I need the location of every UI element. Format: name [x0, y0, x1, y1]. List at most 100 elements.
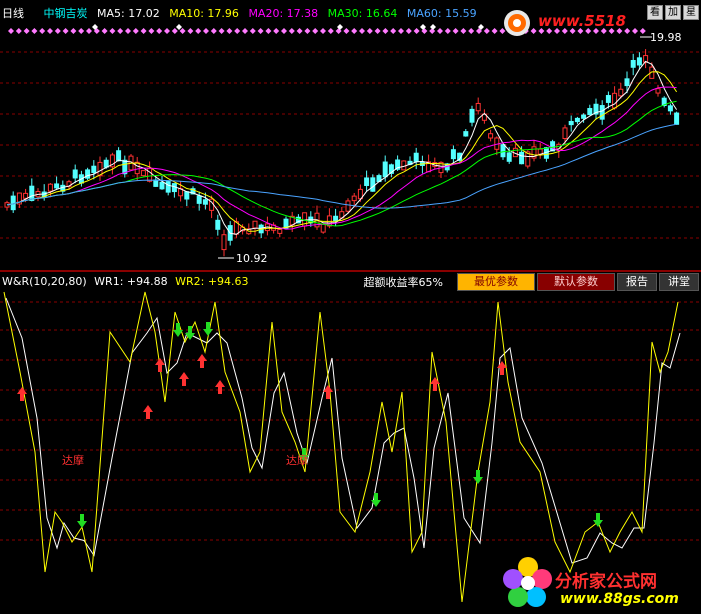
- marker-diamond: [86, 28, 92, 34]
- corner-buttons: 看 加 星: [647, 5, 699, 20]
- candle-body: [277, 228, 283, 234]
- price-chart-pane[interactable]: 日线 中钢吉炭 MA5: 17.02 MA10: 17.96 MA20: 17.…: [0, 0, 701, 270]
- marker-diamond: [242, 28, 248, 34]
- marker-diamond: [452, 28, 459, 34]
- marker-diamond: [398, 28, 404, 34]
- marker-diamond: [320, 28, 326, 34]
- report-button[interactable]: 报告: [617, 273, 657, 291]
- candle-body: [364, 177, 370, 186]
- candle-body: [184, 191, 190, 200]
- candle-body: [72, 169, 78, 179]
- candle-body: [636, 57, 642, 66]
- add-button[interactable]: 加: [665, 5, 681, 20]
- signal-diamond: [176, 24, 182, 30]
- signal-diamond: [430, 24, 436, 30]
- flower-logo-icon: [503, 557, 552, 607]
- damo-annotation-2: 达摩: [286, 454, 308, 467]
- ma30-value: MA30: 16.64: [327, 7, 398, 20]
- period-label[interactable]: 日线: [2, 7, 24, 20]
- marker-diamond: [210, 28, 217, 34]
- candle-body: [382, 161, 388, 178]
- site-watermark-bottom: 分析家公式网 www.88gs.com: [500, 553, 700, 613]
- ma10-value: MA10: 17.96: [169, 7, 239, 20]
- default-params-button[interactable]: 默认参数: [537, 273, 615, 291]
- marker-diamond: [179, 28, 186, 34]
- marker-diamond: [343, 28, 350, 34]
- candle-body: [54, 183, 60, 189]
- buy-arrow-icon: [430, 377, 440, 391]
- excess-yield-label: 超额收益率65%: [363, 276, 443, 289]
- buy-arrow-icon: [143, 405, 153, 419]
- marker-diamond: [62, 28, 69, 34]
- candle-body: [116, 150, 122, 162]
- wr1-line: [5, 297, 681, 564]
- marker-diamond: [70, 28, 77, 34]
- marker-diamond: [405, 28, 412, 34]
- wr-title: W&R(10,20,80): [2, 275, 87, 288]
- candle-body: [674, 112, 680, 125]
- marker-diamond: [273, 28, 280, 34]
- high-price-label: 19.98: [650, 31, 682, 44]
- candle-body: [519, 151, 525, 165]
- marker-diamond: [351, 28, 358, 34]
- marker-diamond: [281, 28, 287, 34]
- candle-body: [488, 133, 494, 139]
- candle-body: [630, 59, 636, 68]
- candle-body: [202, 199, 208, 205]
- marker-diamond: [101, 28, 108, 34]
- marker-diamond: [164, 28, 170, 34]
- marker-diamond: [257, 28, 264, 34]
- marker-diamond: [296, 28, 303, 34]
- marker-diamond: [374, 28, 381, 34]
- candle-body: [506, 152, 512, 162]
- marker-diamond: [171, 28, 178, 34]
- marker-diamond: [366, 28, 373, 34]
- low-price-label: 10.92: [236, 252, 268, 265]
- candle-body: [469, 108, 475, 123]
- wr1-value: WR1: +94.88: [94, 275, 168, 288]
- sell-arrow-icon: [77, 514, 87, 528]
- candle-body: [147, 167, 153, 182]
- marker-diamond: [413, 28, 420, 34]
- ma-legend: 日线 中钢吉炭 MA5: 17.02 MA10: 17.96 MA20: 17.…: [2, 5, 483, 21]
- marker-diamond: [47, 28, 53, 34]
- candle-body: [562, 127, 568, 140]
- buy-arrow-icon: [179, 372, 189, 386]
- candle-body: [103, 159, 109, 168]
- wr-legend: W&R(10,20,80) WR1: +94.88 WR2: +94.63: [2, 275, 249, 288]
- candle-body: [605, 95, 611, 103]
- marker-diamond: [54, 28, 61, 34]
- marker-diamond: [195, 28, 202, 34]
- view-button[interactable]: 看: [647, 5, 663, 20]
- marker-diamond: [249, 28, 256, 34]
- marker-diamond: [8, 28, 14, 34]
- marker-diamond: [460, 28, 467, 34]
- marker-diamond: [444, 28, 451, 34]
- candle-body: [159, 181, 165, 190]
- marker-diamond: [140, 28, 147, 34]
- marker-diamond: [468, 28, 475, 34]
- marker-diamond: [156, 28, 163, 34]
- candle-body: [500, 144, 506, 158]
- marker-diamond: [31, 28, 38, 34]
- ma20-value: MA20: 17.38: [248, 7, 319, 20]
- watermark-bottom-url: www.88gs.com: [560, 591, 679, 607]
- marker-diamond: [226, 28, 233, 34]
- lecture-button[interactable]: 讲堂: [659, 273, 699, 291]
- marker-diamond: [312, 28, 319, 34]
- candle-body: [574, 117, 580, 123]
- watermark-top-text: www.5518: [538, 12, 627, 30]
- candle-body: [221, 234, 227, 251]
- marker-diamond: [203, 28, 209, 34]
- marker-diamond: [187, 28, 194, 34]
- price-chart[interactable]: [0, 0, 701, 270]
- site-logo-icon: [504, 10, 530, 36]
- watermark-bottom-name: 分析家公式网: [555, 572, 657, 592]
- marker-diamond: [125, 28, 131, 34]
- candle-body: [370, 177, 376, 192]
- optimal-params-button[interactable]: 最优参数: [457, 273, 535, 291]
- candle-body: [351, 195, 357, 202]
- candle-body: [252, 220, 258, 229]
- star-button[interactable]: 星: [683, 5, 699, 20]
- indicator-toolbar: 超额收益率65% 最优参数 默认参数 报告 讲堂: [364, 273, 699, 291]
